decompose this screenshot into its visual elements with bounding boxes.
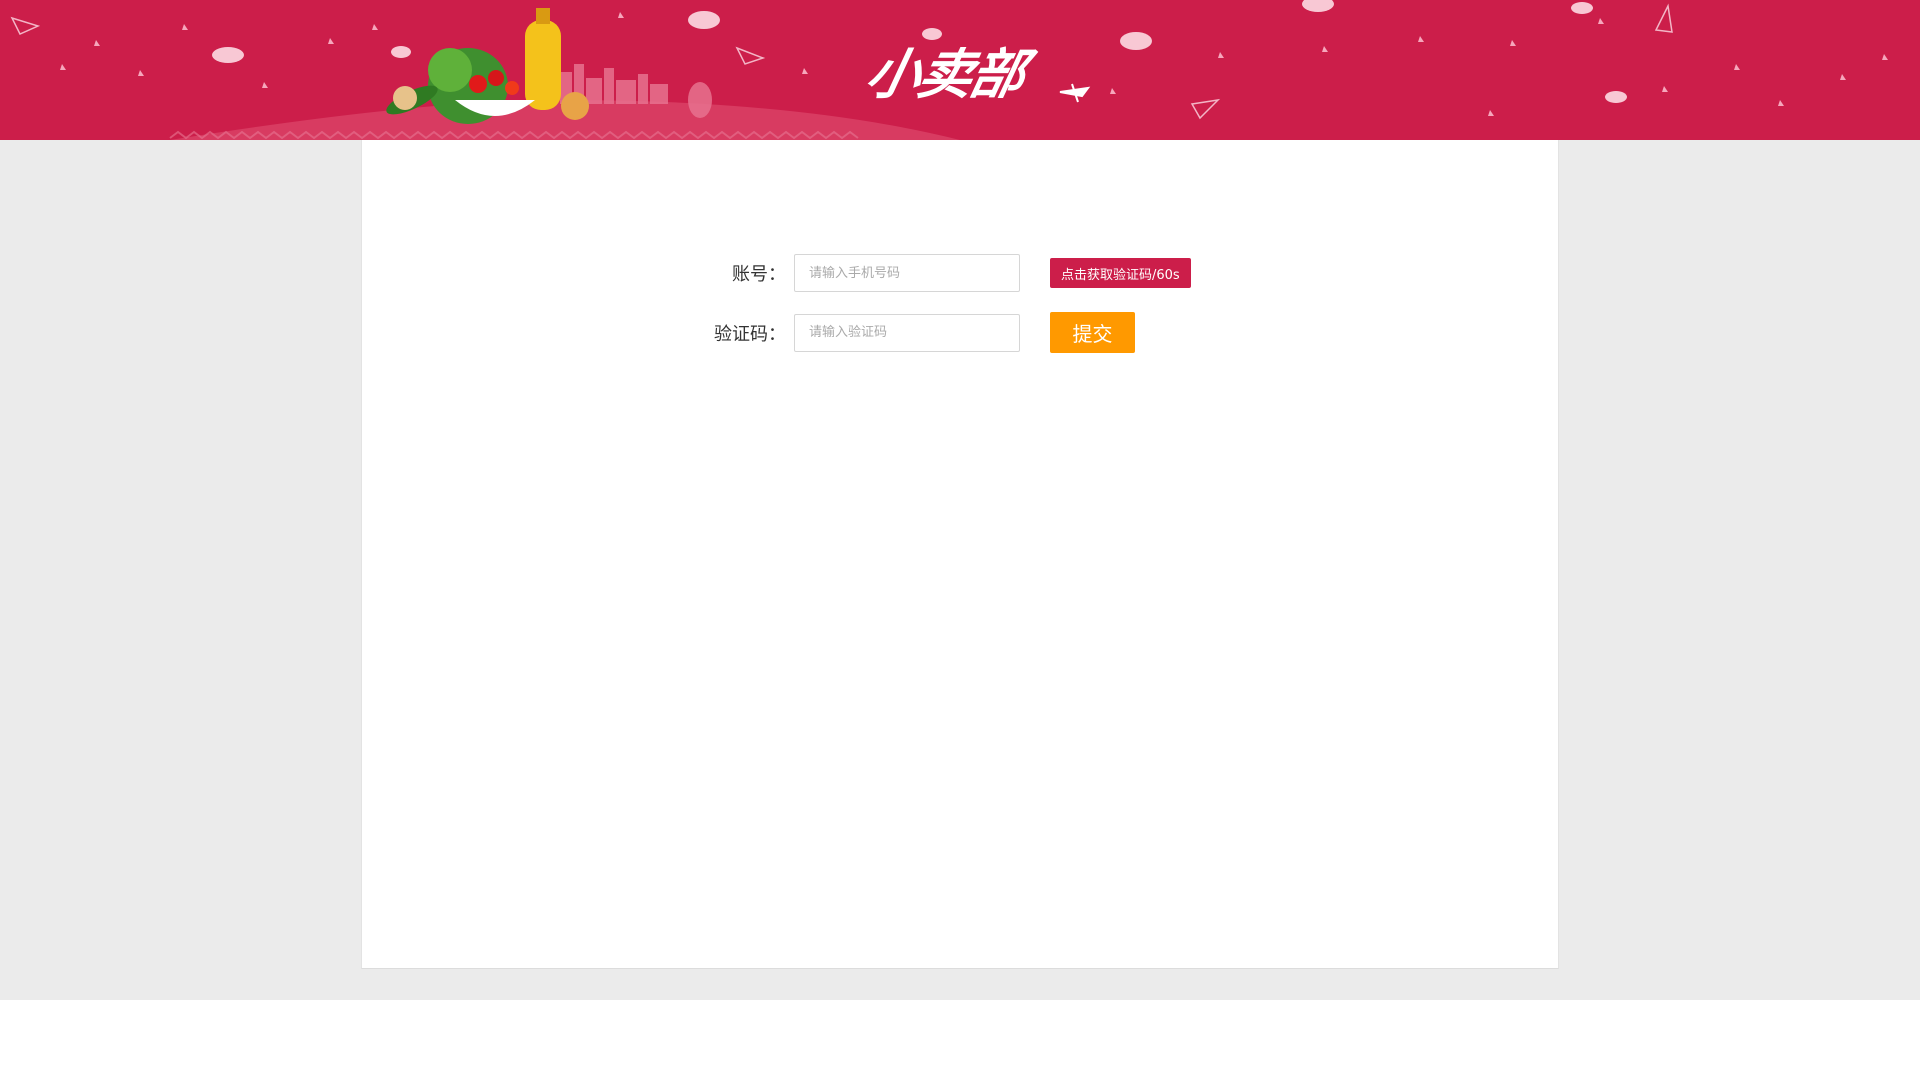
get-code-button[interactable]: 点击获取验证码/60s: [1050, 258, 1191, 288]
paper-plane-icon: [10, 3, 1673, 120]
account-row: 账号： 点击获取验证码/60s: [362, 254, 1191, 292]
account-label: 账号：: [732, 264, 786, 285]
code-row: 验证码： 提交: [362, 312, 1135, 353]
header-banner: 小卖部: [0, 0, 1920, 140]
code-label: 验证码：: [714, 323, 786, 345]
phone-input[interactable]: [794, 254, 1020, 292]
logo-text: 小卖部: [860, 43, 1030, 106]
submit-button[interactable]: 提交: [1050, 312, 1135, 353]
verification-code-input[interactable]: [794, 313, 1020, 352]
airplane-icon: [1059, 83, 1091, 103]
login-panel: 账号： 点击获取验证码/60s 验证码： 提交: [361, 140, 1559, 969]
